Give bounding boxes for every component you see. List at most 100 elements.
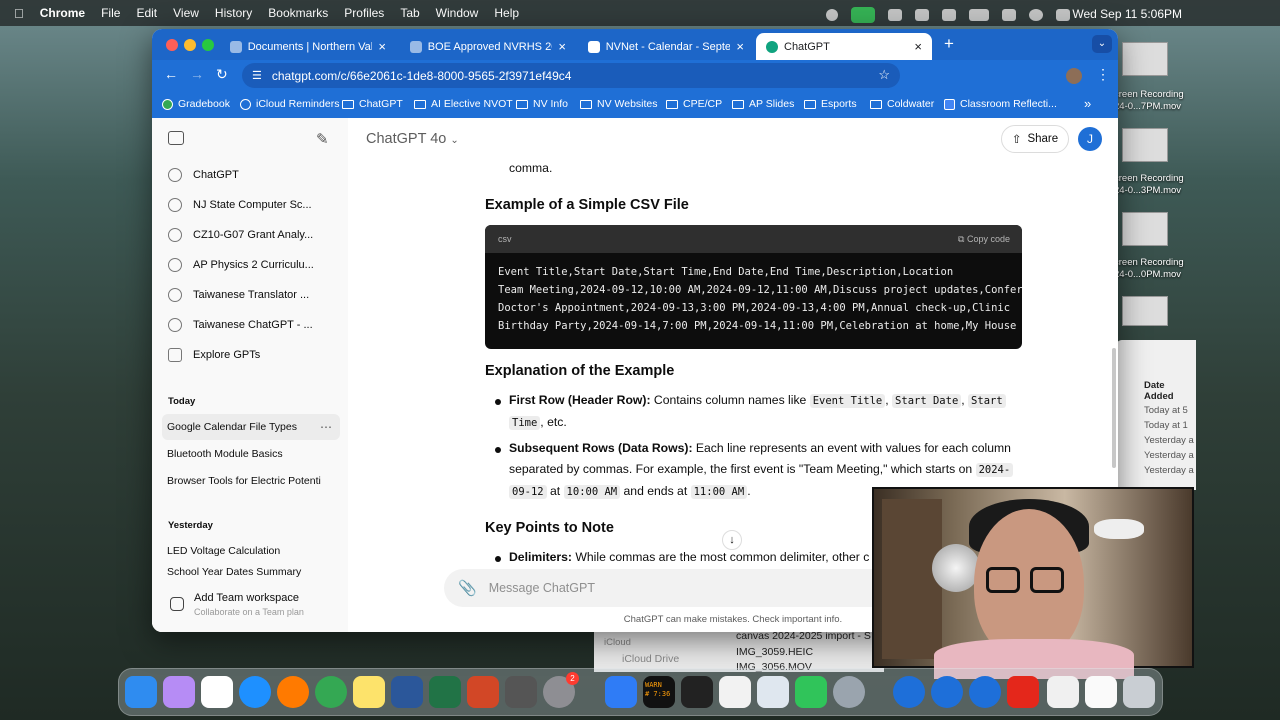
chat-item[interactable]: LED Voltage Calculation	[162, 538, 340, 564]
add-team-workspace[interactable]: Add Team workspace Collaborate on a Team…	[162, 589, 340, 621]
menu-history[interactable]: History	[215, 6, 252, 20]
bookmark-gradebook[interactable]: Gradebook	[162, 98, 230, 110]
close-tab-icon[interactable]: ×	[736, 39, 744, 54]
more-options-icon[interactable]: ⋯	[320, 420, 332, 434]
finder-row[interactable]: Today at 1	[1144, 420, 1188, 431]
copy-code-button[interactable]: ⧉ Copy code	[958, 234, 1010, 245]
maximize-window-button[interactable]	[202, 39, 214, 51]
finder-row[interactable]: Today at 5	[1144, 405, 1188, 416]
volume-icon[interactable]	[942, 9, 956, 21]
close-tab-icon[interactable]: ×	[558, 39, 566, 54]
bookmark-classroom[interactable]: Classroom Reflecti...	[944, 98, 1057, 110]
model-selector[interactable]: ChatGPT 4o ⌄	[366, 131, 459, 147]
powerpoint-icon[interactable]	[467, 676, 499, 708]
sidebar-item-gpt[interactable]: NJ State Computer Sc...	[162, 192, 338, 218]
firefox-icon[interactable]	[277, 676, 309, 708]
tab-search-icon[interactable]: ⌄	[1092, 35, 1112, 53]
minimize-window-button[interactable]	[184, 39, 196, 51]
console-icon[interactable]: WARN # 7:36	[643, 676, 675, 708]
address-bar[interactable]: ☰ chatgpt.com/c/66e2061c-1de8-8000-9565-…	[242, 63, 900, 88]
new-tab-icon[interactable]: +	[944, 34, 954, 54]
record-icon[interactable]	[826, 9, 838, 21]
menu-edit[interactable]: Edit	[136, 6, 157, 20]
battery-icon[interactable]	[969, 9, 989, 21]
sidebar-item-gpt[interactable]: AP Physics 2 Curriculu...	[162, 252, 338, 278]
facetime-icon[interactable]	[851, 7, 875, 23]
back-icon[interactable]: ←	[164, 66, 178, 82]
launchpad-icon[interactable]	[163, 676, 195, 708]
chrome-icon[interactable]	[315, 676, 347, 708]
message-input[interactable]	[488, 581, 889, 595]
recording-thumbnail[interactable]	[1122, 296, 1168, 326]
photos-icon[interactable]	[201, 676, 233, 708]
menu-window[interactable]: Window	[436, 6, 479, 20]
finder-row[interactable]: Yesterday a	[1144, 435, 1194, 446]
close-window-button[interactable]	[166, 39, 178, 51]
bookmark-ai-elective[interactable]: AI Elective NVOT	[414, 98, 513, 110]
spotlight-icon[interactable]	[1029, 9, 1043, 21]
recording-thumbnail[interactable]	[1122, 212, 1168, 246]
excel-icon[interactable]	[429, 676, 461, 708]
chat-item[interactable]: School Year Dates Summary	[162, 565, 340, 579]
trash-icon[interactable]	[1123, 676, 1155, 708]
finder-file[interactable]: IMG_3059.HEIC	[736, 646, 813, 658]
sidebar-item-gpt[interactable]: CZ10-G07 Grant Analy...	[162, 222, 338, 248]
close-tab-icon[interactable]: ×	[914, 39, 922, 54]
recording-thumbnail[interactable]	[1122, 42, 1168, 76]
recording-label[interactable]: creen Recording 24-0...3PM.mov	[1114, 173, 1194, 197]
bookmark-cpe[interactable]: CPE/CP	[666, 98, 722, 110]
sync-icon[interactable]	[915, 9, 929, 21]
chat-item[interactable]: Bluetooth Module Basics	[162, 441, 340, 467]
tab-boe[interactable]: BOE Approved NVRHS 2024- ×	[400, 33, 576, 60]
downloads-stack-icon[interactable]	[1085, 676, 1117, 708]
close-tab-icon[interactable]: ×	[378, 39, 386, 54]
sidebar-item-gpt[interactable]: Taiwanese ChatGPT - ...	[162, 312, 338, 338]
chrome-menu-icon[interactable]: ⋮	[1096, 66, 1110, 83]
bookmark-icloud-reminders[interactable]: iCloud Reminders	[240, 98, 339, 110]
menu-bookmarks[interactable]: Bookmarks	[268, 6, 328, 20]
menu-view[interactable]: View	[173, 6, 199, 20]
preview-icon[interactable]	[757, 676, 789, 708]
app-menu[interactable]: Chrome	[40, 6, 85, 20]
finder-row[interactable]: Yesterday a	[1144, 465, 1194, 476]
reload-icon[interactable]: ↻	[216, 66, 228, 83]
recording-label[interactable]: creen Recording 24-0...0PM.mov	[1114, 257, 1194, 281]
wifi-icon[interactable]	[1002, 9, 1016, 21]
bookmark-ap-slides[interactable]: AP Slides	[732, 98, 794, 110]
menubar-clock[interactable]: Wed Sep 11 5:06PM	[1072, 7, 1182, 21]
menu-help[interactable]: Help	[494, 6, 519, 20]
sidebar-item-explore-gpts[interactable]: Explore GPTs	[162, 342, 338, 368]
web-app-icon[interactable]	[931, 676, 963, 708]
menu-profiles[interactable]: Profiles	[344, 6, 384, 20]
system-settings-icon[interactable]: 2	[543, 672, 579, 708]
tab-documents[interactable]: Documents | Northern Valley ×	[220, 33, 396, 60]
bookmark-esports[interactable]: Esports	[804, 98, 857, 110]
printer-icon[interactable]	[505, 676, 537, 708]
bookmark-nv-websites[interactable]: NV Websites	[580, 98, 658, 110]
web-app-icon[interactable]	[969, 676, 1001, 708]
bookmark-coldwater[interactable]: Coldwater	[870, 98, 934, 110]
user-avatar[interactable]: J	[1078, 127, 1102, 151]
icloud-drive[interactable]: iCloud Drive	[622, 653, 679, 665]
word-icon[interactable]	[391, 676, 423, 708]
finder-icon[interactable]	[125, 676, 157, 708]
recording-thumbnail[interactable]	[1122, 128, 1168, 162]
notes-icon[interactable]	[353, 676, 385, 708]
safari-icon[interactable]	[239, 676, 271, 708]
bookmark-nv-info[interactable]: NV Info	[516, 98, 568, 110]
tab-chatgpt[interactable]: ChatGPT ×	[756, 33, 932, 60]
finder-row[interactable]: Yesterday a	[1144, 450, 1194, 461]
chat-item[interactable]: Browser Tools for Electric Potenti	[162, 468, 340, 494]
bookmark-star-icon[interactable]: ☆	[878, 67, 890, 83]
bookmark-chatgpt[interactable]: ChatGPT	[342, 98, 403, 110]
profile-avatar[interactable]	[1066, 68, 1082, 84]
apple-menu-icon[interactable]: 	[14, 6, 24, 21]
more-bookmarks-icon[interactable]: »	[1084, 96, 1091, 111]
creative-cloud-icon[interactable]	[1007, 676, 1039, 708]
new-chat-icon[interactable]: ✎	[316, 130, 329, 148]
share-button[interactable]: ⇧ Share	[1001, 125, 1069, 153]
bluetooth-icon[interactable]	[605, 676, 637, 708]
forward-icon[interactable]: →	[190, 66, 204, 82]
recording-label[interactable]: creen Recording 24-0...7PM.mov	[1114, 89, 1194, 113]
quicktime-icon[interactable]	[833, 676, 865, 708]
